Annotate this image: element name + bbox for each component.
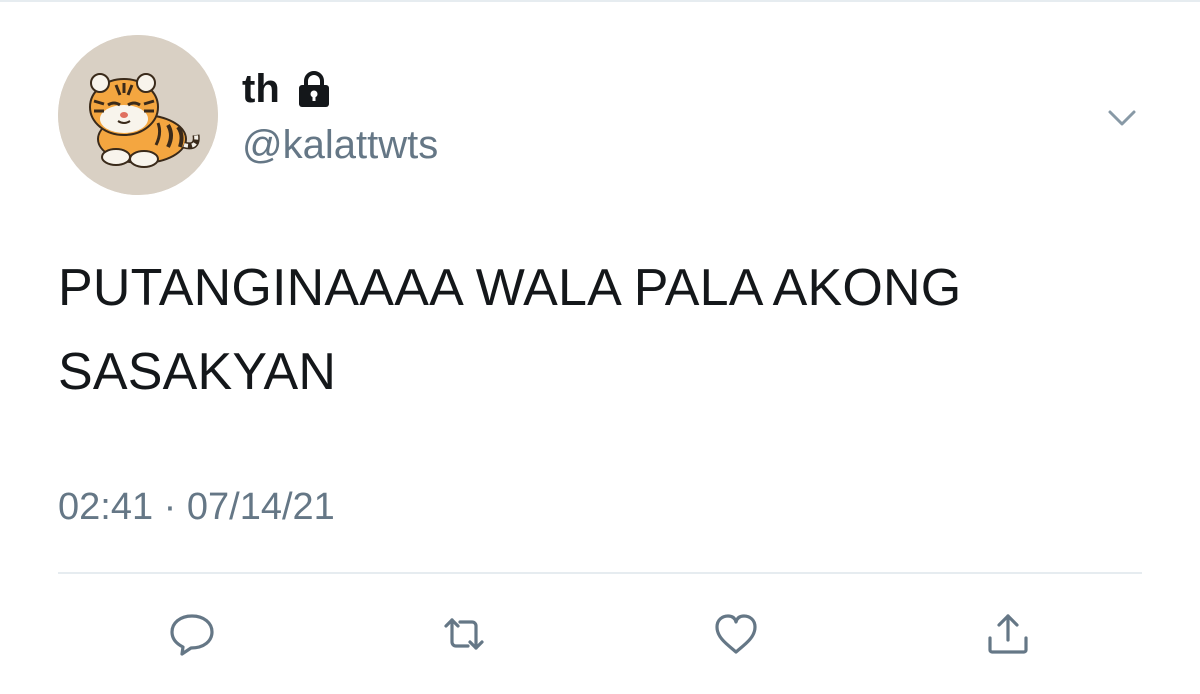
reply-icon <box>170 614 214 656</box>
tweet-time: 02:41 <box>58 486 154 528</box>
display-name-row[interactable]: th <box>242 64 334 114</box>
top-border <box>0 0 1200 2</box>
share-icon <box>988 614 1028 654</box>
avatar[interactable] <box>58 35 218 195</box>
tweet-text: PUTANGINAAAA WALA PALA AKONG SASAKYAN <box>58 246 1158 414</box>
heart-icon <box>715 614 757 654</box>
divider <box>58 572 1142 574</box>
timestamp-separator: · <box>163 486 177 528</box>
timestamp[interactable]: 02:41 · 07/14/21 <box>58 482 335 532</box>
lock-icon <box>298 71 329 107</box>
share-button[interactable] <box>980 606 1036 662</box>
retweet-icon <box>444 618 484 650</box>
display-name[interactable]: th <box>242 64 280 114</box>
tweet-screen: th @kalattwts PUTANGINAAAA WALA PALA AKO… <box>0 0 1200 694</box>
tweet-date: 07/14/21 <box>186 486 335 528</box>
tiger-avatar-image <box>58 35 218 195</box>
like-button[interactable] <box>708 606 764 662</box>
user-handle[interactable]: @kalattwts <box>242 120 438 170</box>
tweet-text-line-2: SASAKYAN <box>58 343 337 401</box>
retweet-button[interactable] <box>436 606 492 662</box>
chevron-down-icon[interactable] <box>1100 96 1144 140</box>
tweet-text-line-1: PUTANGINAAAA WALA PALA AKONG <box>58 259 962 317</box>
reply-button[interactable] <box>164 606 220 662</box>
